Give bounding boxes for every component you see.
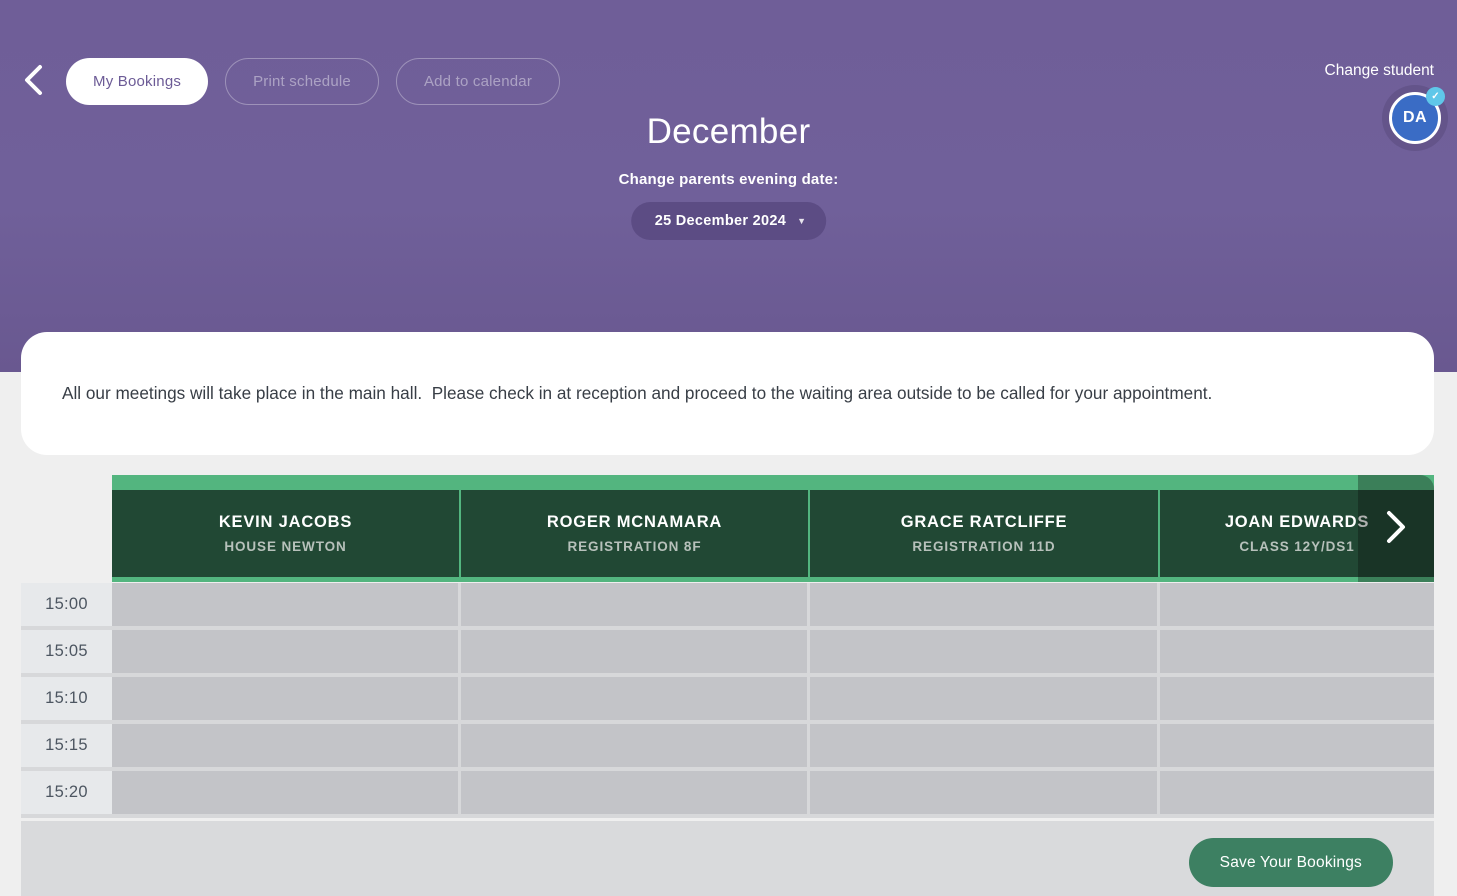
booking-slot[interactable] — [461, 724, 807, 767]
time-label: 15:00 — [21, 583, 112, 626]
booking-slot[interactable] — [810, 771, 1157, 814]
avatar-check-badge: ✓ — [1426, 87, 1445, 106]
tab-my-bookings[interactable]: My Bookings — [66, 58, 208, 105]
check-icon: ✓ — [1431, 91, 1439, 102]
change-student-label: Change student — [1325, 62, 1434, 80]
booking-slot[interactable] — [810, 583, 1157, 626]
teacher-name: GRACE RATCLIFFE — [901, 513, 1068, 532]
selected-date: 25 December 2024 — [655, 213, 786, 229]
slot-row — [112, 724, 1434, 767]
time-row: 15:15 — [21, 724, 1434, 767]
booking-slot[interactable] — [112, 724, 458, 767]
time-row: 15:05 — [21, 630, 1434, 673]
booking-slot[interactable] — [112, 583, 458, 626]
page-title: December — [0, 112, 1457, 152]
teacher-group: HOUSE NEWTON — [224, 539, 346, 554]
teacher-name: ROGER MCNAMARA — [547, 513, 722, 532]
chevron-left-icon — [22, 64, 44, 99]
action-tabs: My Bookings Print schedule Add to calend… — [66, 58, 560, 105]
slot-row — [112, 771, 1434, 814]
booking-slot[interactable] — [461, 583, 807, 626]
time-label: 15:10 — [21, 677, 112, 720]
booking-slot[interactable] — [461, 677, 807, 720]
timeslot-grid: 15:0015:0515:1015:1515:20 — [21, 583, 1434, 818]
slot-row — [112, 630, 1434, 673]
slot-row — [112, 677, 1434, 720]
booking-schedule: KEVIN JACOBS HOUSE NEWTON ROGER MCNAMARA RE… — [21, 475, 1434, 818]
tab-add-to-calendar[interactable]: Add to calendar — [396, 58, 560, 105]
time-row: 15:20 — [21, 771, 1434, 814]
teacher-name: KEVIN JACOBS — [219, 513, 352, 532]
booking-slot[interactable] — [1160, 677, 1434, 720]
schedule-footer: Save Your Bookings — [21, 821, 1434, 896]
booking-slot[interactable] — [1160, 583, 1434, 626]
booking-slot[interactable] — [112, 677, 458, 720]
teacher-column-header: GRACE RATCLIFFE REGISTRATION 11D — [810, 490, 1158, 577]
notice-card: All our meetings will take place in the … — [21, 332, 1434, 455]
booking-slot[interactable] — [810, 724, 1157, 767]
booking-slot[interactable] — [1160, 630, 1434, 673]
time-label: 15:05 — [21, 630, 112, 673]
booking-slot[interactable] — [461, 771, 807, 814]
time-row: 15:10 — [21, 677, 1434, 720]
teacher-column-header: KEVIN JACOBS HOUSE NEWTON — [112, 490, 459, 577]
tab-print-schedule[interactable]: Print schedule — [225, 58, 379, 105]
date-dropdown[interactable]: 25 December 2024 ▼ — [631, 202, 827, 240]
save-bookings-button[interactable]: Save Your Bookings — [1189, 838, 1393, 887]
teacher-group: REGISTRATION 8F — [567, 539, 701, 554]
time-label: 15:15 — [21, 724, 112, 767]
time-row: 15:00 — [21, 583, 1434, 626]
booking-slot[interactable] — [112, 630, 458, 673]
date-prompt-label: Change parents evening date: — [0, 171, 1457, 188]
parents-evening-booking-page: My Bookings Print schedule Add to calend… — [0, 0, 1457, 896]
notice-text: All our meetings will take place in the … — [62, 381, 1212, 405]
chevron-down-icon: ▼ — [797, 216, 806, 226]
booking-slot[interactable] — [461, 630, 807, 673]
scroll-right-button[interactable] — [1358, 475, 1434, 582]
booking-slot[interactable] — [810, 630, 1157, 673]
booking-slot[interactable] — [810, 677, 1157, 720]
chevron-right-icon — [1385, 510, 1407, 547]
slot-row — [112, 583, 1434, 626]
teacher-column-header: ROGER MCNAMARA REGISTRATION 8F — [461, 490, 808, 577]
booking-slot[interactable] — [1160, 724, 1434, 767]
teacher-group: CLASS 12Y/DS1 — [1239, 539, 1354, 554]
teacher-name: JOAN EDWARDS — [1225, 513, 1369, 532]
teacher-group: REGISTRATION 11D — [912, 539, 1055, 554]
booking-slot[interactable] — [112, 771, 458, 814]
hero-banner: My Bookings Print schedule Add to calend… — [0, 0, 1457, 372]
booking-slot[interactable] — [1160, 771, 1434, 814]
back-button[interactable] — [20, 64, 46, 98]
teacher-header-row: KEVIN JACOBS HOUSE NEWTON ROGER MCNAMARA RE… — [112, 475, 1434, 582]
time-label: 15:20 — [21, 771, 112, 814]
